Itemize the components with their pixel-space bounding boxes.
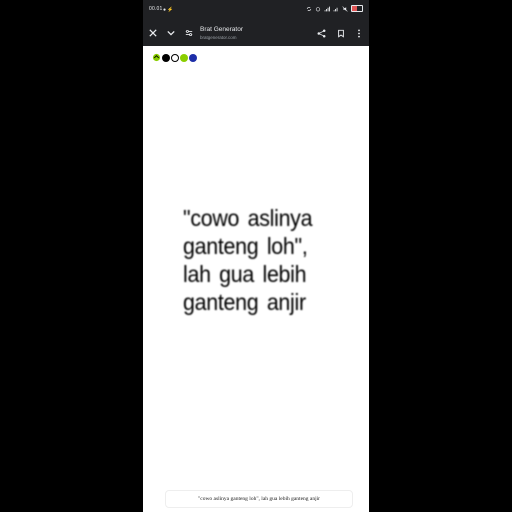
swatch-swap-icon[interactable] [152,53,161,62]
brat-line: ganteng anjir [183,289,306,315]
more-vert-icon [358,28,360,38]
signal-icon [324,6,330,11]
sync-icon [306,6,312,11]
brat-line: "cowo aslinya [183,205,313,231]
page-url[interactable]: bratgenerator.com [200,35,237,40]
alarm-icon [315,6,321,11]
swatch-blue[interactable] [189,53,197,62]
status-time: 00.01 [149,6,163,12]
status-icons [306,5,363,12]
close-icon [149,29,157,37]
color-palette [152,53,197,62]
site-settings-button[interactable] [183,27,195,39]
more-button[interactable] [353,27,365,39]
tune-icon [185,29,193,37]
brat-text: "cowo aslinya ganteng loh", lah gua lebi… [183,204,341,316]
swatch-white[interactable] [171,53,179,62]
status-bar: 00.01 ● ⚡ [143,0,369,20]
share-icon [317,29,325,37]
mute-icon [342,5,348,12]
brat-line: lah gua lebih [183,261,307,287]
notification-icons: ● ⚡ [163,7,174,13]
brat-line: ganteng loh", [183,233,308,259]
swatch-black[interactable] [162,53,170,62]
battery-icon [351,5,363,12]
text-input[interactable]: "cowo aslinya ganteng loh", lah gua lebi… [165,490,353,508]
signal-icon-2 [333,7,338,11]
minimize-button[interactable] [165,27,177,39]
bookmark-button[interactable] [335,27,347,39]
share-button[interactable] [315,27,327,39]
swatch-green[interactable] [180,53,188,62]
page-title: Brat Generator [200,26,243,33]
browser-toolbar: Brat Generator bratgenerator.com [143,20,369,46]
bookmark-icon [338,29,344,38]
close-button[interactable] [147,27,159,39]
chevron-down-icon [167,30,175,36]
phone-screen: 00.01 ● ⚡ Brat Generator bratgenerator.c… [143,0,369,512]
